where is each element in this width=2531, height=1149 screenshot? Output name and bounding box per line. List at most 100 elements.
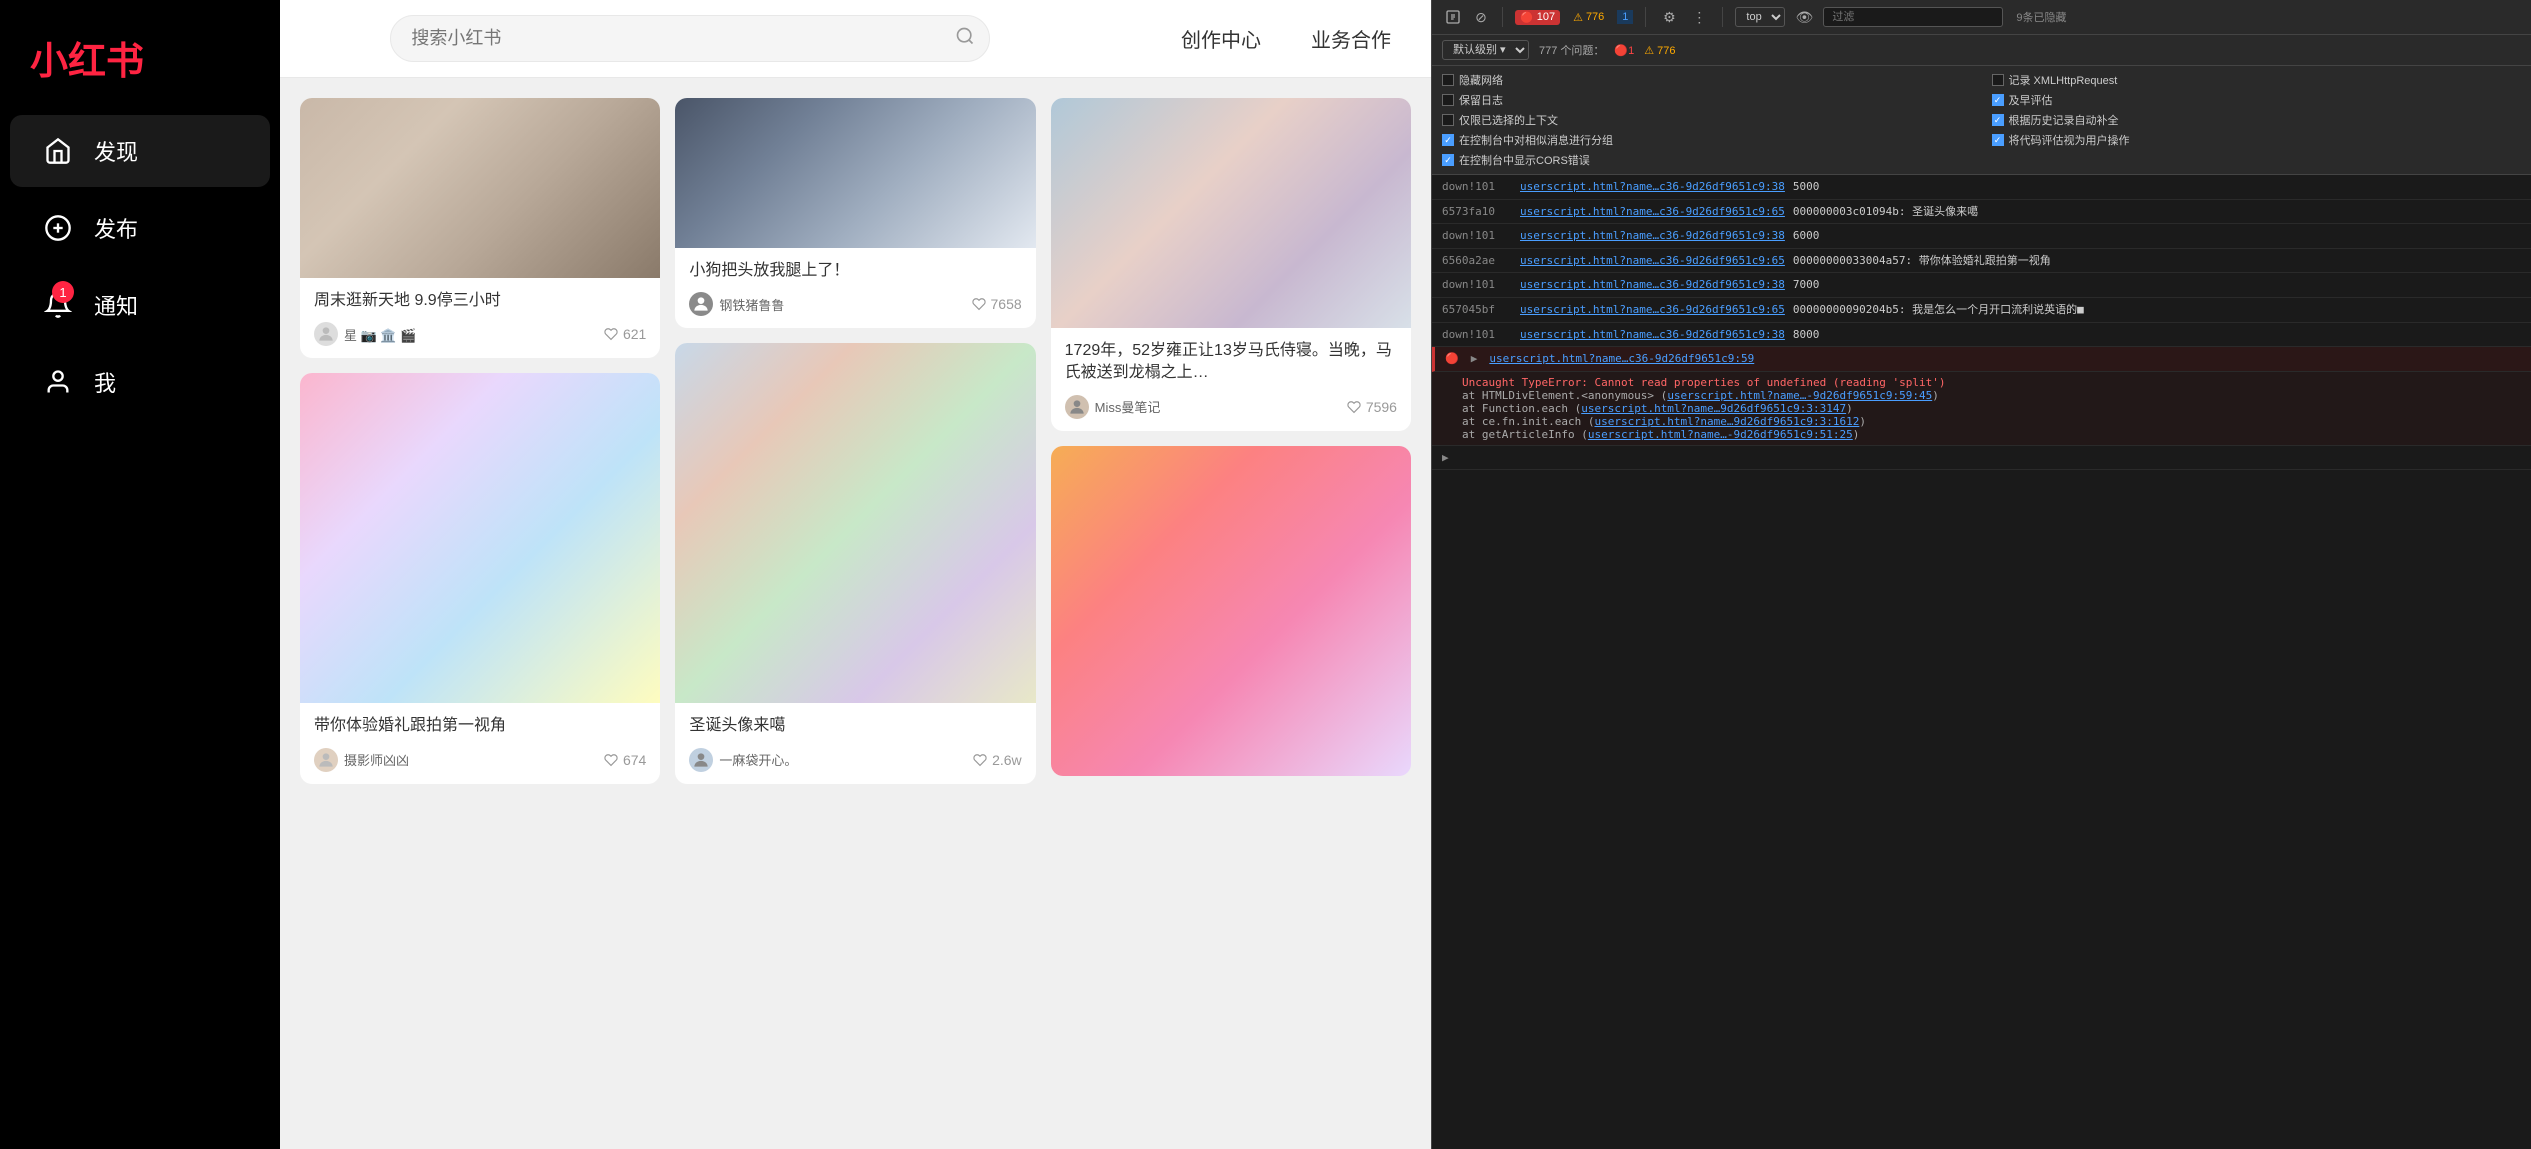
- devtools-inspect-icon[interactable]: [1442, 6, 1464, 28]
- card-likes: 621: [604, 326, 646, 342]
- card-body: 小狗把头放我腿上了！ 钢铁猪鲁鲁 7658: [675, 248, 1035, 328]
- card-footer: Miss曼笔记 7596: [1065, 395, 1397, 419]
- card-likes: 2.6w: [973, 752, 1022, 768]
- level-select[interactable]: 默认级别 ▾: [1442, 40, 1529, 60]
- sidebar-item-me[interactable]: 我: [10, 346, 270, 418]
- record-xml-label: 记录 XMLHttpRequest: [2009, 72, 2118, 88]
- error-stack-line: at ce.fn.init.each (userscript.html?name…: [1462, 415, 2521, 428]
- creator-center-button[interactable]: 创作中心: [1171, 19, 1271, 58]
- error-stack-line: at getArticleInfo (userscript.html?name……: [1462, 428, 2521, 441]
- expand-icon[interactable]: ▶: [1442, 449, 1449, 467]
- devtools-log: down!101 userscript.html?name…c36-9d26df…: [1432, 175, 2531, 1149]
- sidebar-item-notify[interactable]: 1 通知: [10, 269, 270, 341]
- card-body: 带你体验婚礼跟拍第一视角 摄影师凶凶 674: [300, 703, 660, 783]
- like-count: 621: [623, 326, 646, 342]
- option-early-eval: 及早评估: [1992, 92, 2522, 108]
- business-collab-button[interactable]: 业务合作: [1301, 19, 1401, 58]
- card-title: 周末逛新天地 9.9停三小时: [314, 290, 646, 312]
- error-stack-line: at Function.each (userscript.html?name…9…: [1462, 402, 2521, 415]
- log-text: 6000: [1793, 227, 1820, 245]
- stack-link-3[interactable]: userscript.html?name…9d26df9651c9:3:1612: [1594, 415, 1859, 428]
- logo: 小红书: [0, 20, 280, 115]
- list-item[interactable]: 小狗把头放我腿上了！ 钢铁猪鲁鲁 7658: [675, 98, 1035, 328]
- avatar: [314, 322, 338, 346]
- card-author: 星 📷 🏛️ 🎬: [314, 322, 416, 346]
- log-link[interactable]: userscript.html?name…c36-9d26df9651c9:65: [1520, 252, 1785, 270]
- like-count: 674: [623, 752, 646, 768]
- card-title: 带你体验婚礼跟拍第一视角: [314, 715, 646, 737]
- avatar: [314, 748, 338, 772]
- list-item[interactable]: 1729年，52岁雍正让13岁马氏侍寝。当晚，马氏被送到龙榻之上… Miss曼笔…: [1051, 98, 1411, 431]
- early-eval-label: 及早评估: [2009, 92, 2053, 108]
- content-grid: 周末逛新天地 9.9停三小时 星 📷 🏛️ 🎬 621: [280, 78, 1431, 1149]
- card-image: [300, 373, 660, 703]
- log-text: 00000000090204b5: 我是怎么一个月开口流利说英语的■: [1793, 301, 2084, 319]
- avatar: [1065, 395, 1089, 419]
- log-text: 7000: [1793, 276, 1820, 294]
- log-id: down!101: [1442, 227, 1512, 245]
- sidebar: 小红书 发现 发布: [0, 0, 280, 1149]
- search-input[interactable]: [390, 15, 990, 62]
- devtools-icon-bar: ⊘: [1442, 6, 1507, 28]
- card-title: 1729年，52岁雍正让13岁马氏侍寝。当晚，马氏被送到龙榻之上…: [1065, 340, 1397, 385]
- user-ops-checkbox[interactable]: [1992, 134, 2004, 146]
- cors-error-checkbox[interactable]: [1442, 154, 1454, 166]
- list-item[interactable]: [1051, 446, 1411, 776]
- log-id: 657045bf: [1442, 301, 1512, 319]
- log-link[interactable]: userscript.html?name…c36-9d26df9651c9:65: [1520, 301, 1785, 319]
- stack-link-1[interactable]: userscript.html?name…-9d26df9651c9:59:45: [1667, 389, 1932, 402]
- notification-badge: 1: [52, 281, 74, 303]
- top-select[interactable]: top: [1735, 7, 1785, 27]
- list-item[interactable]: 周末逛新天地 9.9停三小时 星 📷 🏛️ 🎬 621: [300, 98, 660, 358]
- masonry-grid: 周末逛新天地 9.9停三小时 星 📷 🏛️ 🎬 621: [300, 98, 1411, 796]
- log-link[interactable]: userscript.html?name…c36-9d26df9651c9:38: [1520, 276, 1785, 294]
- stack-link-4[interactable]: userscript.html?name…-9d26df9651c9:51:25: [1588, 428, 1853, 441]
- log-text: 000000003c01094b: 圣诞头像来噶: [1793, 203, 1978, 221]
- list-item[interactable]: 圣诞头像来噶 一麻袋开心。 2.6w: [675, 343, 1035, 783]
- group-similar-checkbox[interactable]: [1442, 134, 1454, 146]
- early-eval-checkbox[interactable]: [1992, 94, 2004, 106]
- auto-complete-checkbox[interactable]: [1992, 114, 2004, 126]
- log-link[interactable]: userscript.html?name…c36-9d26df9651c9:38: [1520, 227, 1785, 245]
- list-item[interactable]: 带你体验婚礼跟拍第一视角 摄影师凶凶 674: [300, 373, 660, 783]
- log-text: 8000: [1793, 326, 1820, 344]
- preserve-log-checkbox[interactable]: [1442, 94, 1454, 106]
- more-icon[interactable]: ⋮: [1688, 6, 1710, 28]
- preserve-log-label: 保留日志: [1459, 92, 1503, 108]
- log-link[interactable]: userscript.html?name…c36-9d26df9651c9:65: [1520, 203, 1785, 221]
- search-button[interactable]: [955, 26, 975, 52]
- devtools-options: 隐藏网络 记录 XMLHttpRequest 保留日志 及早评估 仅限已选择的上…: [1432, 66, 2531, 175]
- devtools-circle-icon[interactable]: ⊘: [1470, 6, 1492, 28]
- option-group-similar: 在控制台中对相似消息进行分组: [1442, 132, 1972, 148]
- expand-icon[interactable]: ▶: [1471, 350, 1478, 368]
- log-link[interactable]: userscript.html?name…c36-9d26df9651c9:38: [1520, 326, 1785, 344]
- separator: [1722, 7, 1723, 27]
- card-image: [1051, 446, 1411, 776]
- avatar: [689, 292, 713, 316]
- stack-link-2[interactable]: userscript.html?name…9d26df9651c9:3:3147: [1581, 402, 1846, 415]
- header-actions: 创作中心 业务合作: [1171, 19, 1401, 58]
- option-selected-context: 仅限已选择的上下文: [1442, 112, 1972, 128]
- log-link[interactable]: userscript.html?name…c36-9d26df9651c9:38: [1520, 178, 1785, 196]
- record-xml-checkbox[interactable]: [1992, 74, 2004, 86]
- like-count: 2.6w: [992, 752, 1022, 768]
- selected-context-checkbox[interactable]: [1442, 114, 1454, 126]
- log-entry: down!101 userscript.html?name…c36-9d26df…: [1432, 175, 2531, 200]
- log-id: down!101: [1442, 326, 1512, 344]
- sidebar-item-publish[interactable]: 发布: [10, 192, 270, 264]
- logo-text: 小红书: [30, 41, 144, 83]
- error-link[interactable]: userscript.html?name…c36-9d26df9651c9:59: [1489, 350, 1754, 368]
- eye-icon[interactable]: 👁: [1793, 6, 1815, 28]
- error-message: Uncaught TypeError: Cannot read properti…: [1462, 376, 2521, 389]
- hide-network-checkbox[interactable]: [1442, 74, 1454, 86]
- user-ops-label: 将代码评估视为用户操作: [2009, 132, 2130, 148]
- log-entry: 6573fa10 userscript.html?name…c36-9d26df…: [1432, 200, 2531, 225]
- main-content: 创作中心 业务合作 周末逛新天地 9.9停三小时 星 📷 🏛️ 🎬: [280, 0, 1431, 1149]
- gear-icon[interactable]: ⚙: [1658, 6, 1680, 28]
- author-name: 星 📷 🏛️ 🎬: [344, 325, 416, 344]
- error-badge: 🔴 107: [1515, 10, 1560, 25]
- log-entry: 6560a2ae userscript.html?name…c36-9d26df…: [1432, 249, 2531, 274]
- filter-input[interactable]: [1823, 7, 2003, 27]
- selected-context-label: 仅限已选择的上下文: [1459, 112, 1558, 128]
- sidebar-item-discover[interactable]: 发现: [10, 115, 270, 187]
